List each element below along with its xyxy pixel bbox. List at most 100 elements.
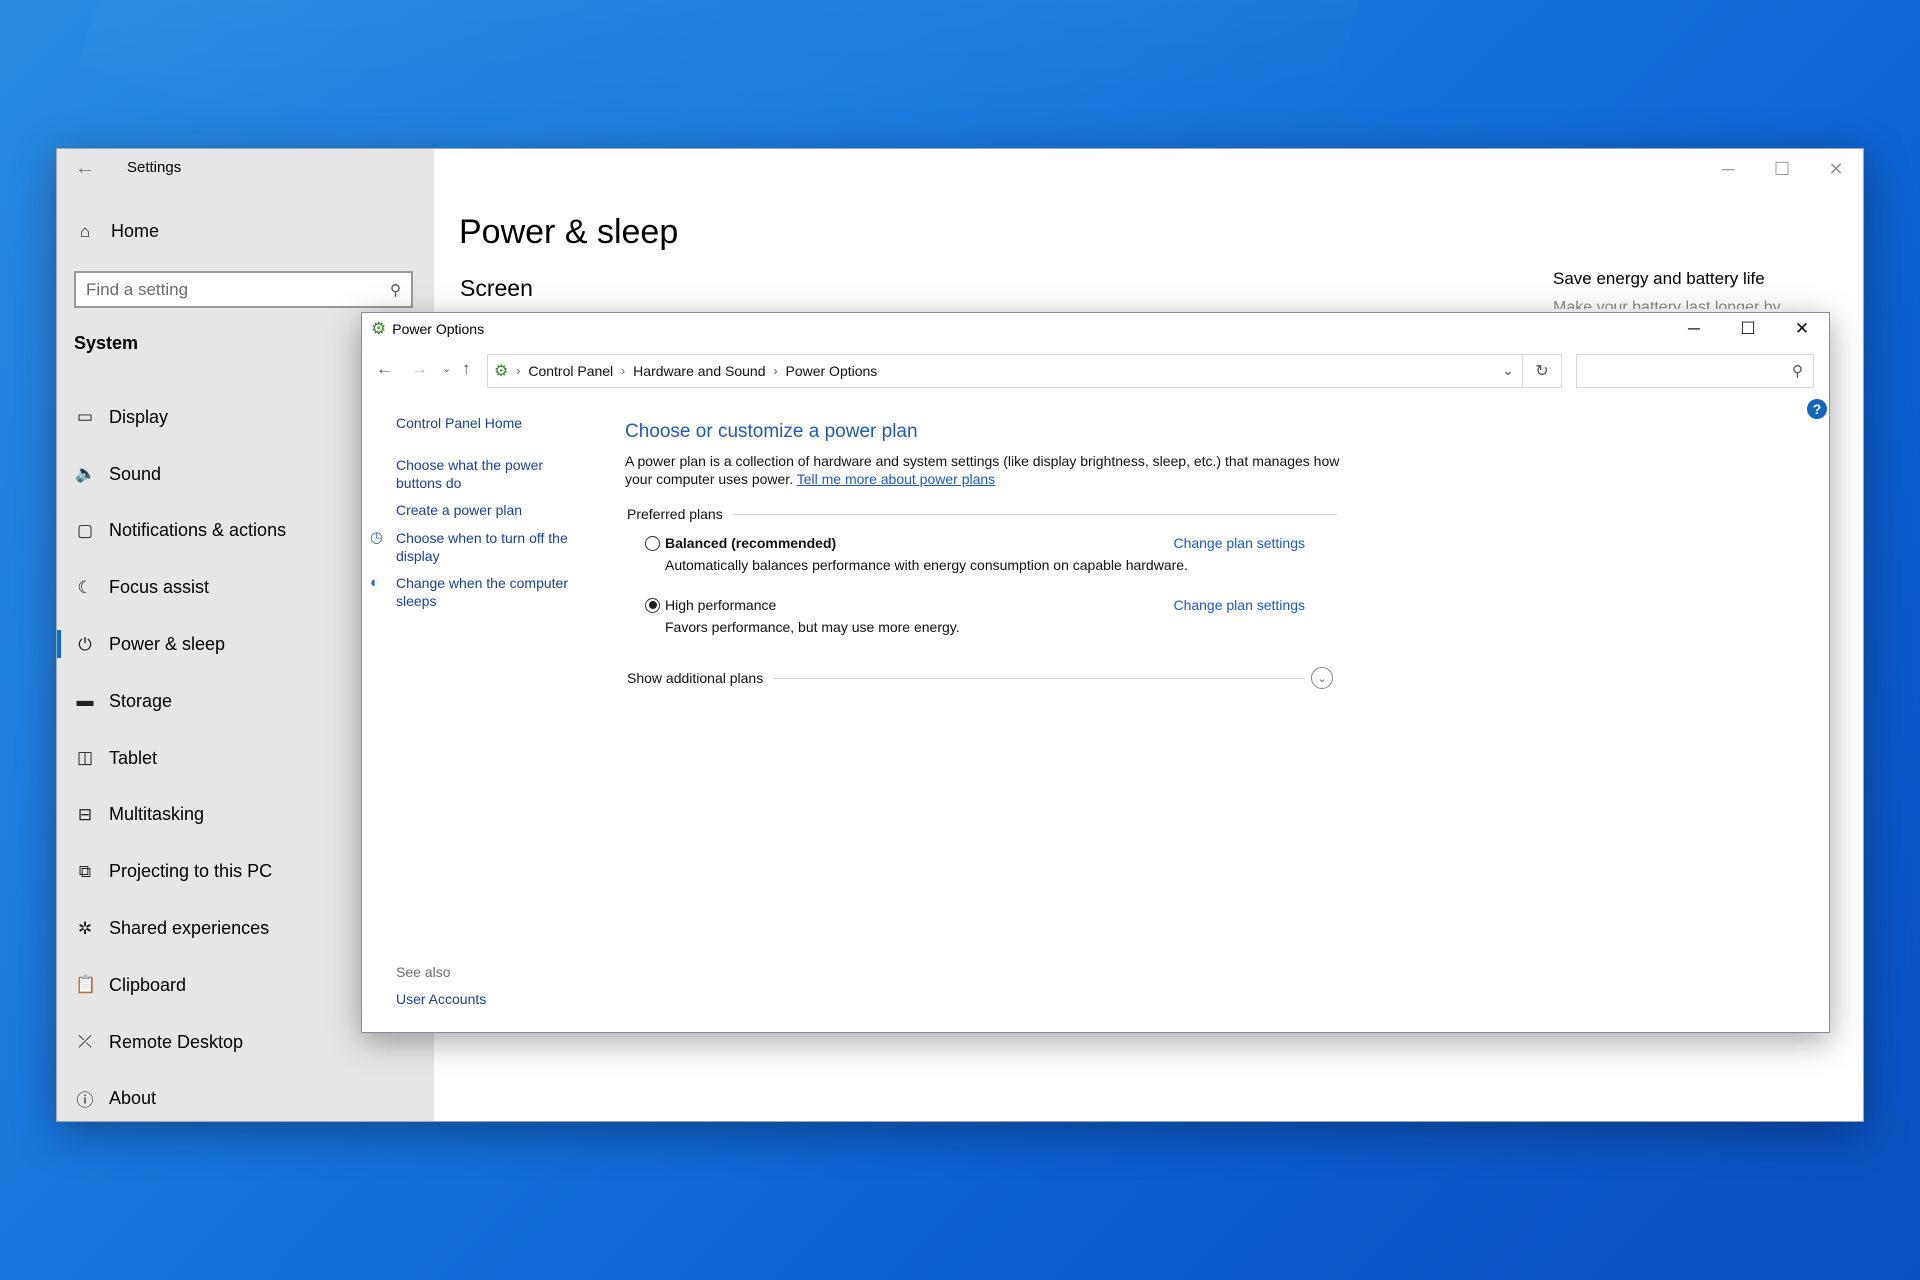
power-plan-heading: Choose or customize a power plan — [625, 421, 918, 442]
turn-off-display-link[interactable]: Choose when to turn off the display — [396, 529, 568, 565]
info-icon: ⓘ — [76, 1091, 94, 1111]
find-setting-search[interactable]: Find a setting ⚲ — [74, 271, 413, 308]
nav-item-label: Tablet — [109, 747, 158, 768]
plan-name[interactable]: Balanced (recommended) — [665, 535, 836, 551]
screen-heading: Screen — [460, 275, 533, 301]
nav-item-label: Power & sleep — [109, 634, 226, 655]
home-icon: ⌂ — [79, 221, 91, 241]
preferred-plans-header: Preferred plans — [627, 506, 1337, 522]
link-line: Choose when to turn off the — [396, 530, 568, 546]
breadcrumb-hardware-sound[interactable]: Hardware and Sound — [633, 363, 765, 379]
page-title: Power & sleep — [459, 213, 679, 251]
plan-description: Automatically balances performance with … — [665, 557, 1188, 573]
chevron-right-icon: › — [516, 364, 521, 378]
computer-sleeps-link[interactable]: Change when the computer sleeps — [396, 574, 568, 610]
power-buttons-link[interactable]: Choose what the power buttons do — [396, 456, 543, 492]
refresh-icon[interactable]: ↻ — [1523, 354, 1562, 388]
maximize-icon[interactable]: ☐ — [1755, 149, 1809, 189]
clipboard-icon: 📋 — [75, 975, 97, 995]
search-placeholder: Find a setting — [86, 279, 189, 299]
nav-item-about[interactable]: ⓘ About — [57, 1071, 434, 1128]
power-titlebar: ⚙ Power Options — [362, 313, 1829, 345]
control-panel-search[interactable]: ⚲ — [1576, 354, 1814, 388]
sleep-moon-icon: ◐ — [370, 574, 380, 591]
nav-item-label: Sound — [109, 463, 162, 484]
save-energy-heading: Save energy and battery life — [1553, 269, 1765, 288]
back-arrow-icon[interactable]: ← — [75, 157, 95, 180]
nav-item-label: Storage — [109, 690, 173, 711]
power-window-controls: ─ ☐ ✕ — [1667, 313, 1829, 345]
show-additional-plans-row[interactable]: Show additional plans ⌄ — [627, 667, 1333, 689]
address-bar[interactable]: ⚙ › Control Panel › Hardware and Sound ›… — [487, 354, 1523, 388]
breadcrumb-control-panel[interactable]: Control Panel — [528, 363, 613, 379]
nav-item-label: Multitasking — [109, 804, 205, 825]
learn-more-link[interactable]: Tell me more about power plans — [797, 471, 995, 487]
up-arrow-icon[interactable]: ↑ — [462, 359, 471, 379]
nav-item-label: Notifications & actions — [109, 520, 287, 541]
chevron-right-icon: › — [773, 364, 778, 378]
link-line: Change when the computer — [396, 575, 568, 591]
close-icon[interactable]: ✕ — [1775, 313, 1829, 345]
chevron-right-icon: › — [621, 364, 626, 378]
back-arrow-icon[interactable]: ← — [376, 359, 393, 379]
home-nav-item[interactable]: ⌂ Home — [75, 221, 159, 242]
settings-window-title: Settings — [127, 159, 182, 176]
remote-desktop-icon: ⤫ — [78, 1032, 92, 1052]
control-panel-icon: ⚙ — [494, 363, 509, 380]
breadcrumb-power-options[interactable]: Power Options — [785, 363, 877, 379]
power-plan-description: A power plan is a collection of hardware… — [625, 452, 1345, 488]
balanced-radio[interactable] — [645, 535, 660, 551]
link-line: Choose what the power — [396, 457, 544, 473]
multitasking-icon: ⊟ — [77, 804, 93, 824]
power-options-window: ⚙ Power Options ─ ☐ ✕ ← → ⌄ ↑ ⚙ › Contro… — [361, 312, 1830, 1033]
control-panel-home-link[interactable]: Control Panel Home — [396, 414, 522, 432]
shared-icon: ✲ — [77, 918, 93, 938]
create-power-plan-link[interactable]: Create a power plan — [396, 501, 522, 519]
chevron-down-icon[interactable]: ⌄ — [1311, 667, 1333, 689]
power-icon: ⏻ — [78, 634, 92, 654]
show-additional-plans-label[interactable]: Show additional plans — [627, 670, 763, 686]
nav-item-label: Projecting to this PC — [109, 861, 273, 882]
home-label: Home — [111, 221, 160, 241]
address-row: ← → ⌄ ↑ ⚙ › Control Panel › Hardware and… — [362, 351, 1829, 389]
settings-titlebar: ← Settings — [57, 149, 434, 189]
link-line: buttons do — [396, 475, 462, 491]
change-plan-settings-link[interactable]: Change plan settings — [1173, 597, 1305, 613]
moon-icon: ☾ — [77, 577, 93, 597]
recent-locations-icon[interactable]: ⌄ — [442, 362, 451, 375]
save-energy-subtext: Make your battery last longer by — [1553, 299, 1781, 309]
power-options-icon: ⚙ — [371, 319, 387, 338]
tablet-icon: ◫ — [76, 748, 94, 768]
plan-name[interactable]: High performance — [665, 597, 776, 613]
divider — [732, 513, 1337, 515]
help-icon[interactable]: ? — [1807, 399, 1827, 419]
see-also-label: See also — [396, 964, 451, 980]
display-clock-icon: ◷ — [370, 529, 384, 546]
preferred-plans-label: Preferred plans — [627, 506, 723, 522]
nav-item-label: About — [109, 1088, 157, 1109]
plan-balanced: Balanced (recommended) Change plan setti… — [645, 535, 1305, 573]
maximize-icon[interactable]: ☐ — [1721, 313, 1775, 345]
speaker-icon: 🔈 — [75, 464, 97, 484]
nav-item-label: Remote Desktop — [109, 1031, 244, 1052]
nav-item-label: Shared experiences — [109, 918, 270, 939]
user-accounts-link[interactable]: User Accounts — [396, 991, 486, 1007]
plan-high-performance: High performance Change plan settings Fa… — [645, 597, 1305, 635]
nav-item-label: Display — [109, 406, 169, 427]
forward-arrow-icon[interactable]: → — [411, 359, 428, 379]
chevron-down-icon[interactable]: ⌄ — [1502, 362, 1514, 379]
plan-description: Favors performance, but may use more ene… — [665, 619, 960, 635]
link-line: display — [396, 548, 440, 564]
search-icon: ⚲ — [1792, 363, 1803, 380]
change-plan-settings-link[interactable]: Change plan settings — [1173, 535, 1305, 551]
minimize-icon[interactable]: ─ — [1701, 149, 1755, 189]
close-icon[interactable]: ✕ — [1809, 149, 1863, 189]
power-window-title: Power Options — [392, 321, 485, 337]
monitor-icon: ▭ — [76, 407, 94, 427]
nav-item-label: Focus assist — [109, 577, 210, 598]
high-performance-radio[interactable] — [645, 597, 660, 613]
search-icon: ⚲ — [390, 281, 401, 299]
nav-item-label: Clipboard — [109, 974, 187, 995]
notification-icon: ▢ — [76, 520, 94, 540]
minimize-icon[interactable]: ─ — [1667, 313, 1721, 345]
